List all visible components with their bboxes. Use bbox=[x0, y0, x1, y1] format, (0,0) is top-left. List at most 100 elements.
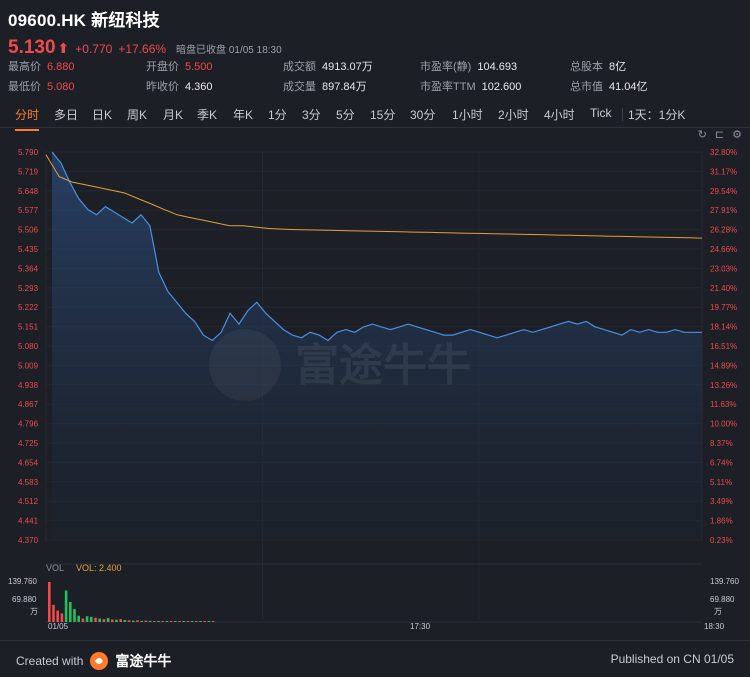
volume-legend: VOL VOL: 2.400 bbox=[46, 563, 122, 573]
pct-tick-label: 14.89% bbox=[710, 361, 737, 370]
volume-bar bbox=[186, 621, 190, 622]
tab-tick[interactable]: Tick bbox=[590, 106, 612, 120]
volume-bar bbox=[102, 619, 106, 622]
volume-bar bbox=[119, 619, 122, 622]
volume-bar bbox=[98, 618, 101, 622]
y-tick-label: 4.512 bbox=[18, 497, 39, 506]
stat-prev-close: 昨收价 4.360 bbox=[146, 81, 213, 93]
y-tick-label: 5.080 bbox=[18, 342, 39, 351]
volume-unit-label: 万 bbox=[30, 607, 38, 616]
brand-name: 富途牛牛 bbox=[115, 653, 172, 669]
volume-bar bbox=[90, 616, 93, 622]
watermark-text: 富途牛牛 bbox=[295, 340, 471, 391]
volume-tick-label: 139.760 bbox=[8, 577, 37, 586]
pct-tick-label: 19.77% bbox=[710, 303, 737, 312]
chart-period-tabs: 分时 多日 日K 周K 月K 季K 年K 1分 3分 5分 15分 30分 1小… bbox=[0, 100, 750, 131]
volume-bar bbox=[165, 621, 169, 622]
stat-low: 最低价 5.080 bbox=[8, 81, 75, 93]
tab-intraday[interactable]: 分时 bbox=[15, 106, 40, 131]
tab-5min[interactable]: 5分 bbox=[336, 106, 355, 123]
pct-tick-label: 8.37% bbox=[710, 439, 733, 448]
tab-yearly-k[interactable]: 年K bbox=[233, 106, 253, 123]
stat-pe-static: 市盈率(静) 104.693 bbox=[420, 61, 518, 73]
volume-bar bbox=[207, 621, 211, 622]
pct-tick-label: 21.40% bbox=[710, 284, 737, 293]
y-tick-label: 4.370 bbox=[18, 536, 39, 545]
pct-tick-label: 13.26% bbox=[710, 381, 737, 390]
volume-bar bbox=[148, 620, 152, 622]
pct-tick-label: 0.23% bbox=[710, 536, 733, 545]
y-tick-label: 4.583 bbox=[18, 478, 39, 487]
pct-tick-label: 26.28% bbox=[710, 226, 737, 235]
last-price: 5.130 bbox=[8, 37, 56, 58]
y-tick-label: 5.577 bbox=[18, 206, 39, 215]
y-tick-label: 4.938 bbox=[18, 381, 39, 390]
y-tick-label: 4.441 bbox=[18, 517, 39, 526]
pct-tick-label: 31.17% bbox=[710, 167, 737, 176]
volume-bar bbox=[169, 621, 173, 622]
tab-1h[interactable]: 1小时 bbox=[452, 106, 483, 123]
volume-bar bbox=[52, 604, 55, 622]
y-tick-label: 5.009 bbox=[18, 361, 39, 370]
stock-title: 09600.HK 新纽科技 bbox=[8, 11, 160, 30]
volume-bar bbox=[106, 617, 110, 622]
tab-daily-k[interactable]: 日K bbox=[92, 106, 112, 123]
tab-quarterly-k[interactable]: 季K bbox=[197, 106, 217, 123]
stat-high: 最高价 6.880 bbox=[8, 61, 75, 73]
tab-weekly-k[interactable]: 周K bbox=[127, 106, 147, 123]
volume-tick-label: 69.880 bbox=[12, 595, 37, 604]
tab-1min[interactable]: 1分 bbox=[268, 106, 287, 123]
volume-bar bbox=[127, 620, 131, 622]
volume-bar bbox=[153, 621, 156, 622]
pct-tick-label: 29.54% bbox=[710, 187, 737, 196]
market-status: 暗盘已收盘 01/05 18:30 bbox=[176, 45, 282, 56]
y-tick-label: 5.648 bbox=[18, 187, 39, 196]
pct-tick-label: 5.11% bbox=[710, 478, 732, 487]
tab-4h[interactable]: 4小时 bbox=[544, 106, 575, 123]
price-row: 5.130 ⬆ +0.770 +17.66% 暗盘已收盘 01/05 18:30 bbox=[8, 37, 742, 59]
y-tick-label: 5.293 bbox=[18, 284, 39, 293]
volume-bar bbox=[60, 613, 64, 622]
y-tick-label: 5.790 bbox=[18, 148, 39, 157]
footer: Created with 富途牛牛 Published on CN 01/05 bbox=[0, 640, 750, 677]
tab-15min[interactable]: 15分 bbox=[370, 106, 395, 123]
pct-tick-label: 11.63% bbox=[710, 400, 737, 409]
stat-turnover: 成交额 4913.07万 bbox=[283, 61, 373, 73]
stat-open: 开盘价 5.500 bbox=[146, 61, 213, 73]
y-tick-label: 5.719 bbox=[18, 167, 39, 176]
volume-bar bbox=[123, 619, 127, 622]
volume-bar bbox=[111, 619, 114, 622]
tab-multi-day[interactable]: 多日 bbox=[54, 106, 78, 123]
x-tick-label: 17:30 bbox=[410, 622, 431, 631]
stat-total-shares: 总股本 8亿 bbox=[570, 61, 627, 73]
pct-tick-label: 32.80% bbox=[710, 148, 737, 157]
volume-bar bbox=[178, 621, 181, 622]
up-arrow-icon: ⬆ bbox=[57, 40, 70, 56]
volume-bar bbox=[94, 617, 97, 622]
stat-volume: 成交量 897.84万 bbox=[283, 81, 367, 93]
price-change-percent: +17.66% bbox=[118, 42, 167, 56]
volume-bar bbox=[144, 620, 148, 622]
price-change: +0.770 bbox=[75, 42, 113, 56]
tab-2h[interactable]: 2小时 bbox=[498, 106, 529, 123]
volume-bar bbox=[115, 619, 118, 622]
x-tick-label: 01/05 bbox=[48, 622, 69, 631]
tab-monthly-k[interactable]: 月K bbox=[163, 106, 183, 123]
tab-3min[interactable]: 3分 bbox=[302, 106, 321, 123]
volume-bar bbox=[161, 621, 164, 622]
tab-30min[interactable]: 30分 bbox=[410, 106, 435, 123]
tab-1day-1min[interactable]: 1天：1分K bbox=[628, 106, 685, 123]
volume-bar bbox=[136, 620, 139, 622]
volume-bar bbox=[73, 609, 76, 622]
volume-bar bbox=[211, 621, 215, 622]
y-tick-label: 5.364 bbox=[18, 264, 39, 273]
volume-tick-label: 69.880 bbox=[710, 595, 735, 604]
tab-separator bbox=[622, 108, 623, 121]
y-tick-label: 4.867 bbox=[18, 400, 39, 409]
volume-bar bbox=[195, 621, 198, 622]
volume-bar bbox=[132, 620, 135, 622]
quote-header: 09600.HK 新纽科技 5.130 ⬆ +0.770 +17.66% 暗盘已… bbox=[8, 6, 742, 59]
volume-bar bbox=[174, 621, 177, 622]
volume-bar bbox=[140, 620, 143, 622]
pct-tick-label: 1.86% bbox=[710, 517, 733, 526]
